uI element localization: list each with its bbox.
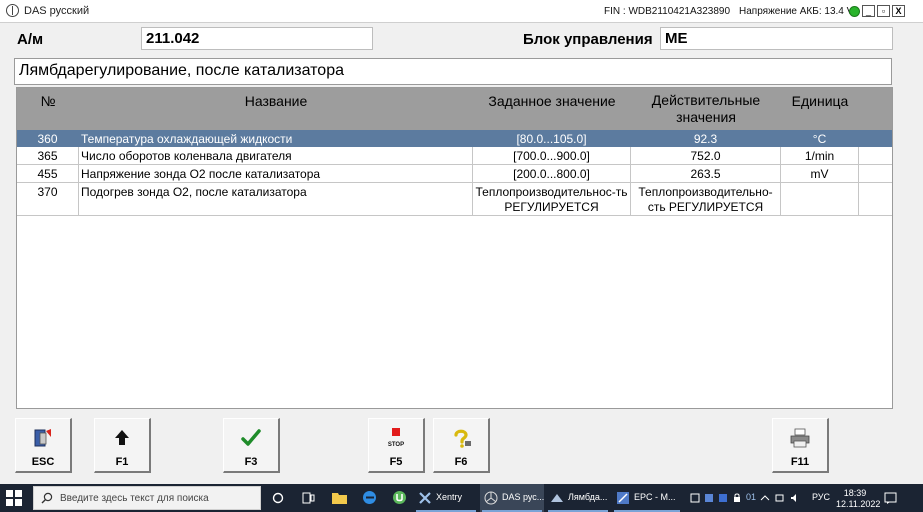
minimize-button[interactable]: _ xyxy=(862,5,875,17)
task-view-icon[interactable] xyxy=(302,492,315,504)
table-row[interactable]: 370 Подогрев зонда O2, после катализатор… xyxy=(17,183,892,216)
f3-label: F3 xyxy=(244,456,258,468)
app-label: DAS рус... xyxy=(502,492,545,502)
tray-number: 01 xyxy=(746,492,757,502)
table-row[interactable]: 360 Температура охлаждающей жидкости [80… xyxy=(17,130,892,147)
table-header: № Название Заданное значение Действитель… xyxy=(17,88,892,130)
search-placeholder: Введите здесь текст для поиска xyxy=(60,493,209,504)
table-row[interactable]: 365 Число оборотов коленвала двигателя [… xyxy=(17,147,892,165)
taskbar-app-das[interactable]: DAS рус... xyxy=(480,484,544,512)
col-unit-header: Единица xyxy=(791,93,849,109)
f6-button[interactable]: F6 xyxy=(433,418,490,473)
taskbar-search-box[interactable]: Введите здесь текст для поиска xyxy=(33,486,261,510)
esc-label: ESC xyxy=(31,456,55,468)
edge-browser-icon[interactable] xyxy=(362,490,377,505)
ecu-field: ME xyxy=(660,27,893,50)
cell-actual: Теплопроизводительно-сть РЕГУЛИРУЕТСЯ xyxy=(631,183,781,215)
vehicle-label: А/м xyxy=(17,31,44,48)
tray-icon-generic[interactable] xyxy=(690,493,700,503)
status-led-icon xyxy=(849,6,860,17)
esc-button[interactable]: ESC xyxy=(15,418,72,473)
notification-icon[interactable] xyxy=(884,492,897,504)
clock-date: 12.11.2022 xyxy=(836,499,881,509)
f6-label: F6 xyxy=(454,456,468,468)
f1-button[interactable]: F1 xyxy=(94,418,151,473)
file-explorer-icon[interactable] xyxy=(332,491,347,504)
cell-unit: mV xyxy=(781,165,859,182)
utorrent-icon[interactable] xyxy=(392,490,407,505)
f11-button[interactable]: F11 xyxy=(772,418,829,473)
col-num-header: № xyxy=(40,93,56,109)
values-table[interactable]: № Название Заданное значение Действитель… xyxy=(16,87,893,409)
f1-label: F1 xyxy=(115,456,129,468)
cell-actual: 92.3 xyxy=(631,130,781,146)
close-button[interactable]: X xyxy=(892,5,905,17)
cell-name: Число оборотов коленвала двигателя xyxy=(79,147,473,164)
mercedes-logo-icon xyxy=(6,4,19,17)
app-label: Лямбда... xyxy=(568,492,608,502)
cell-unit xyxy=(781,183,859,215)
section-title: Лямбдарегулирование, после катализатора xyxy=(14,58,892,85)
language-indicator[interactable]: РУС xyxy=(812,492,830,502)
taskbar-app-lambda[interactable]: Лямбда... xyxy=(546,484,610,512)
cortana-icon[interactable] xyxy=(272,492,284,504)
maximize-button[interactable]: ▫ xyxy=(877,5,890,17)
col-set-header: Заданное значение xyxy=(488,93,616,109)
cell-actual: 263.5 xyxy=(631,165,781,182)
tray-icon-app[interactable] xyxy=(704,493,714,503)
title-bar: DAS русский FIN : WDB2110421A323890 Напр… xyxy=(0,0,923,23)
cell-name: Температура охлаждающей жидкости xyxy=(79,130,473,146)
taskbar-app-epc[interactable]: EPC - M... xyxy=(612,484,682,512)
mercedes-star-icon xyxy=(484,491,498,505)
epc-icon xyxy=(617,492,629,504)
volume-icon[interactable] xyxy=(790,493,800,503)
clock-time: 18:39 xyxy=(843,488,867,498)
cell-num: 365 xyxy=(17,147,79,164)
cell-num: 370 xyxy=(17,183,79,215)
stop-text: STOP xyxy=(388,442,404,448)
windows-start-icon[interactable] xyxy=(6,490,22,506)
cell-unit: 1/min xyxy=(781,147,859,164)
cell-set: [200.0...800.0] xyxy=(473,165,631,182)
cell-set: [80.0...105.0] xyxy=(473,130,631,146)
f11-label: F11 xyxy=(790,456,810,468)
cell-name: Подогрев зонда O2, после катализатора xyxy=(79,183,473,215)
help-question-icon xyxy=(454,429,471,448)
battery-voltage: Напряжение АКБ: 13.4 V xyxy=(739,6,854,17)
ecu-label: Блок управления xyxy=(523,31,653,48)
clock[interactable]: 18:39 12.11.2022 xyxy=(836,488,881,510)
document-icon xyxy=(551,494,563,502)
cell-set: [700.0...900.0] xyxy=(473,147,631,164)
cell-num: 455 xyxy=(17,165,79,182)
chevron-up-icon[interactable] xyxy=(760,493,770,503)
col-actual-header: Действительные значения xyxy=(651,92,761,125)
fin-label: FIN : WDB2110421A323890 xyxy=(604,6,731,17)
cell-actual: 752.0 xyxy=(631,147,781,164)
printer-icon xyxy=(790,428,810,448)
cell-name: Напряжение зонда O2 после катализатора xyxy=(79,165,473,182)
checkmark-icon xyxy=(241,429,261,446)
exit-door-icon xyxy=(34,429,51,447)
lock-icon[interactable] xyxy=(732,493,742,503)
window-title: DAS русский xyxy=(24,5,90,17)
xentry-icon xyxy=(419,492,431,504)
windows-taskbar: Введите здесь текст для поиска Xentry DA… xyxy=(0,484,923,512)
tray-icon-network[interactable] xyxy=(718,493,728,503)
vehicle-field: 211.042 xyxy=(141,27,373,50)
f5-label: F5 xyxy=(389,456,403,468)
stop-icon: STOP xyxy=(388,428,404,448)
taskbar-app-xentry[interactable]: Xentry xyxy=(414,484,478,512)
arrow-up-icon xyxy=(115,430,129,445)
f3-button[interactable]: F3 xyxy=(223,418,280,473)
f5-button[interactable]: STOP F5 xyxy=(368,418,425,473)
cell-num: 360 xyxy=(17,130,79,146)
app-label: EPC - M... xyxy=(634,492,676,502)
table-row[interactable]: 455 Напряжение зонда O2 после катализато… xyxy=(17,165,892,183)
battery-icon[interactable] xyxy=(775,493,785,503)
app-label: Xentry xyxy=(436,492,463,502)
col-name-header: Название xyxy=(244,93,308,109)
cell-set: Теплопроизводительнос-ть РЕГУЛИРУЕТСЯ xyxy=(473,183,631,215)
cell-unit: °C xyxy=(781,130,859,146)
search-icon xyxy=(41,492,53,504)
